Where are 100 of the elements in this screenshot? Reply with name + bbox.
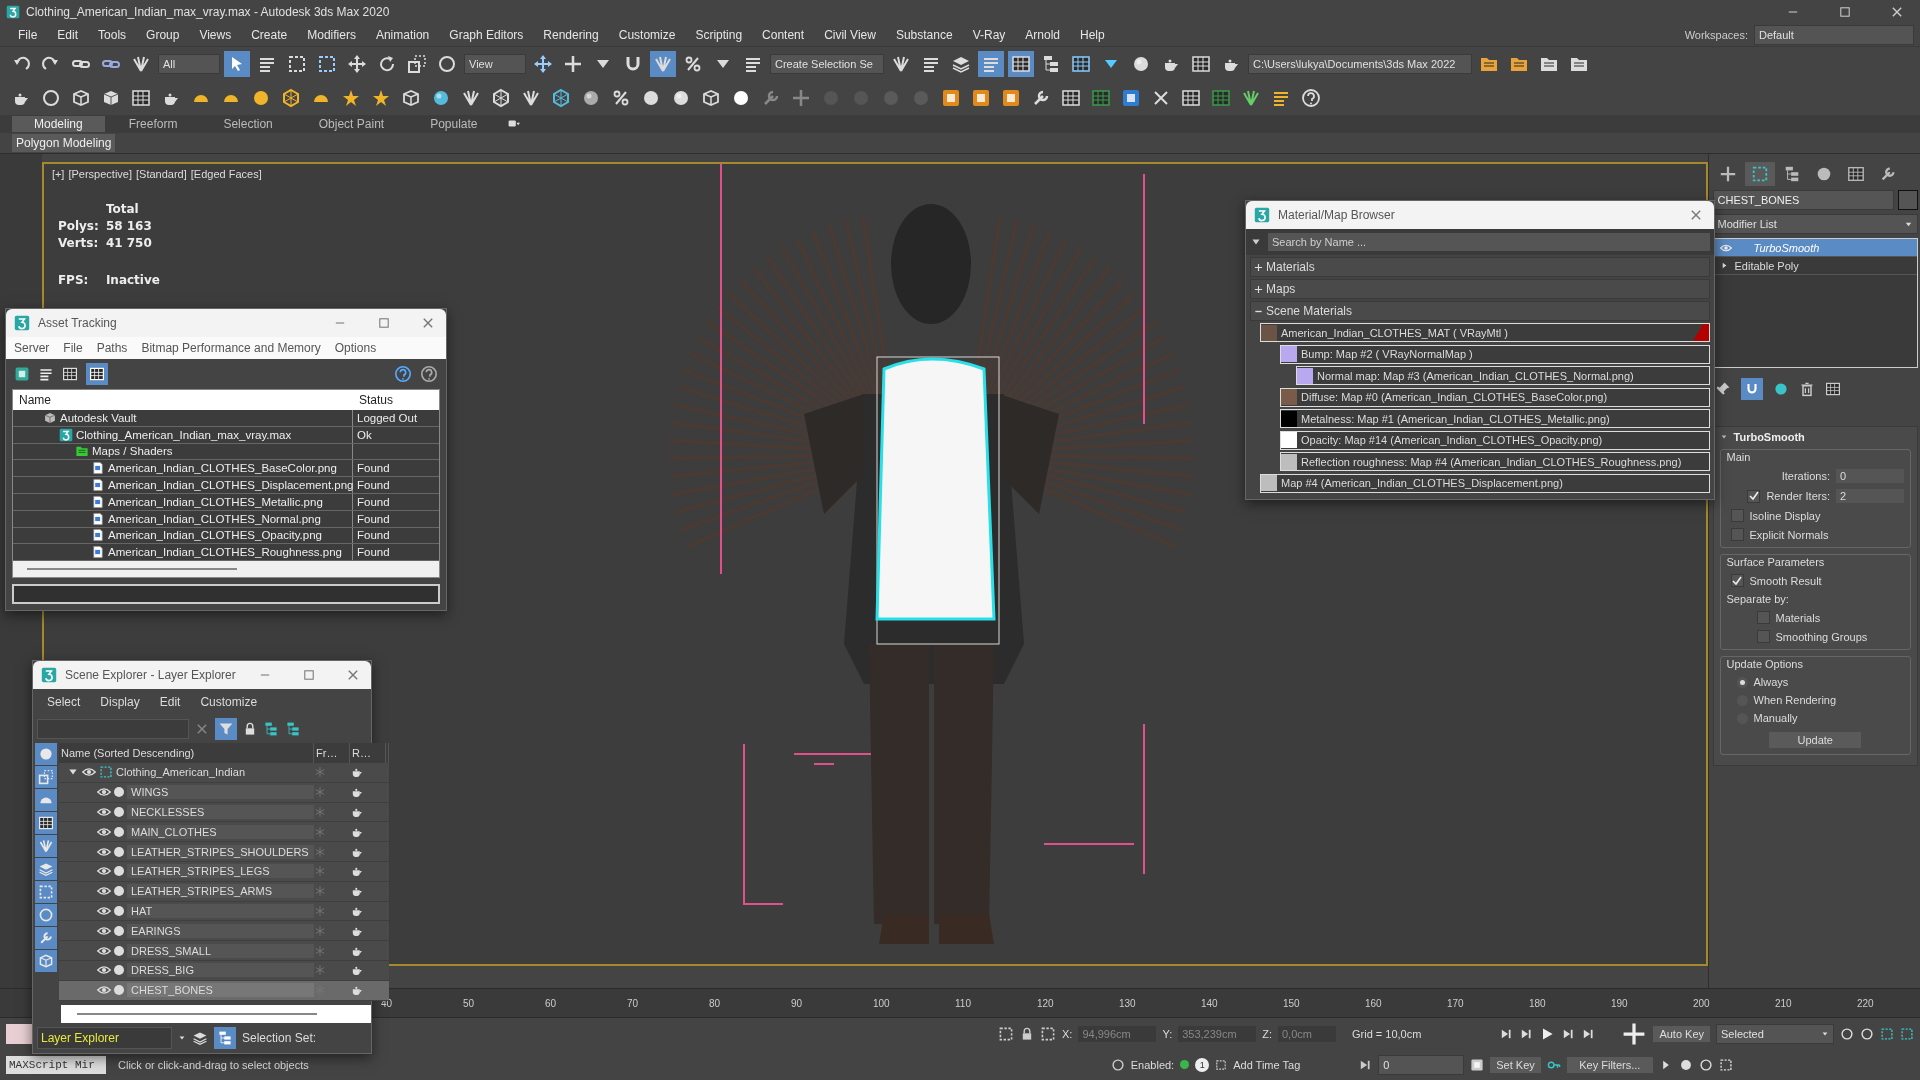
set-key-button[interactable]: Set Key (1490, 1056, 1541, 1073)
menu-item[interactable]: Animation (365, 28, 440, 42)
iterations-spinner[interactable]: 0 (1836, 469, 1904, 483)
asset-status: Found (356, 546, 391, 559)
timeline-tick-label: 50 (463, 997, 476, 1009)
search-field[interactable]: Search by Name ... (1268, 233, 1710, 251)
menu-item[interactable]: Content (752, 28, 815, 42)
render-iters-label: Render Iters: (1766, 490, 1830, 502)
layer-name[interactable]: NECKLESSES (127, 805, 314, 819)
enabled-label: Enabled: (1130, 1058, 1175, 1071)
workspaces-label: Workspaces: (1684, 29, 1748, 41)
update-button[interactable]: Update (1769, 732, 1862, 748)
timeline-tick-label: 210 (1775, 997, 1793, 1009)
explorer-dropdown[interactable]: Layer Explorer (37, 1026, 172, 1049)
key-filters-button[interactable]: Key Filters... (1566, 1056, 1653, 1073)
viewport-label[interactable]: [+] (51, 168, 65, 180)
menu-item[interactable]: Edit (159, 695, 181, 709)
y-label: Y: (1162, 1027, 1173, 1040)
project-path-dropdown[interactable]: C:\Users\lukya\Documents\3ds Max 2022 (1248, 54, 1472, 74)
menu-item[interactable]: Help (1070, 28, 1115, 42)
menu-item[interactable]: Scripting (685, 28, 753, 42)
option-label: Explicit Normals (1749, 528, 1829, 541)
reference-coordinate-dropdown[interactable]: View (464, 54, 526, 74)
menu-item[interactable]: Group (136, 28, 190, 42)
ribbon-tab[interactable]: Freeform (106, 116, 200, 132)
group-header[interactable]: Maps (1266, 282, 1296, 296)
ribbon-tab[interactable]: Populate (408, 116, 500, 132)
asset-name[interactable]: American_Indian_CLOTHES_Displacement.png (108, 479, 354, 492)
object-name-field[interactable]: CHEST_BONES (1712, 190, 1894, 210)
maxscript-listener-field[interactable]: MAXScript Mir (6, 1055, 106, 1074)
viewport-label[interactable]: [Standard] (136, 168, 187, 180)
layer-name[interactable]: DRESS_SMALL (127, 943, 314, 958)
menu-item[interactable]: Customize (200, 695, 258, 709)
modifier-stack-item[interactable]: TurboSmooth (1713, 239, 1917, 257)
layer-name[interactable]: LEATHER_STRIPES_SHOULDERS (127, 844, 314, 859)
asset-name[interactable]: American_Indian_CLOTHES_Opacity.png (108, 529, 322, 542)
workspace-dropdown[interactable]: Default (1754, 25, 1914, 45)
selection-filter-dropdown[interactable]: All (158, 54, 220, 74)
ribbon-panel-label[interactable]: Polygon Modeling (12, 134, 116, 152)
selection-set-label: Selection Set: (242, 1030, 317, 1045)
asset-name[interactable]: Maps / Shaders (92, 445, 173, 458)
asset-name[interactable]: American_Indian_CLOTHES_Normal.png (108, 512, 321, 525)
menu-item[interactable]: Arnold (1015, 28, 1070, 42)
auto-key-button[interactable]: Auto Key (1653, 1025, 1710, 1042)
layer-name[interactable]: MAIN_CLOTHES (127, 824, 314, 839)
menu-item[interactable]: Customize (608, 28, 686, 42)
layer-name[interactable]: LEATHER_STRIPES_LEGS (127, 864, 314, 879)
asset-name[interactable]: American_Indian_CLOTHES_BaseColor.png (108, 462, 337, 475)
rollout-title[interactable]: TurboSmooth (1733, 431, 1805, 443)
asset-name[interactable]: American_Indian_CLOTHES_Metallic.png (108, 495, 323, 508)
menu-item[interactable]: Options (334, 341, 377, 355)
menu-item[interactable]: Tools (88, 28, 137, 42)
menu-item[interactable]: Modifiers (297, 28, 366, 42)
ribbon-tab[interactable]: Object Paint (296, 116, 407, 132)
menu-item[interactable]: Rendering (533, 28, 609, 42)
menu-item[interactable]: V-Ray (962, 28, 1016, 42)
asset-name[interactable]: American_Indian_CLOTHES_Roughness.png (108, 546, 342, 559)
menu-item[interactable]: Select (47, 695, 81, 709)
menu-item[interactable]: Display (100, 695, 140, 709)
layer-name[interactable]: HAT (127, 903, 314, 918)
asset-status: Found (356, 495, 391, 508)
layer-name[interactable]: DRESS_BIG (127, 963, 314, 978)
timeline-tick-label: 60 (545, 997, 558, 1009)
option-label: Materials (1775, 611, 1821, 624)
column-header[interactable]: Status (353, 393, 439, 407)
layer-name[interactable]: WINGS (127, 785, 314, 800)
asset-name[interactable]: Autodesk Vault (60, 411, 137, 424)
ribbon-tab[interactable]: Modeling (12, 116, 105, 132)
menu-item[interactable]: Graph Editors (439, 28, 534, 42)
prompt-text: Click or click-and-drag to select objects (118, 1058, 309, 1071)
group-header[interactable]: Scene Materials (1266, 304, 1353, 318)
viewport-label[interactable]: [Perspective] (68, 168, 133, 180)
menu-item[interactable]: Create (241, 28, 298, 42)
key-mode-dropdown[interactable]: Selected (1716, 1023, 1834, 1044)
menu-item[interactable]: Edit (47, 28, 89, 42)
viewport-label[interactable]: [Edged Faces] (190, 168, 262, 180)
grid-size-label: Grid = 10,0cm (1352, 1027, 1422, 1040)
layer-name[interactable]: LEATHER_STRIPES_ARMS (127, 884, 314, 899)
isolate-badge[interactable]: 1 (1195, 1057, 1210, 1072)
named-selection-dropdown[interactable]: Create Selection Se (770, 54, 884, 74)
render-iters-spinner[interactable]: 2 (1836, 489, 1904, 503)
layer-name[interactable]: EARINGS (127, 923, 314, 938)
modifier-list-dropdown[interactable]: Modifier List (1712, 214, 1918, 234)
group-header[interactable]: Materials (1266, 260, 1315, 274)
menu-item[interactable]: Substance (885, 28, 963, 42)
menu-item[interactable]: Paths (96, 341, 128, 355)
menu-item[interactable]: File (8, 28, 48, 42)
x-label: X: (1062, 1027, 1073, 1040)
timeline-tick-label: 220 (1857, 997, 1875, 1009)
menu-item[interactable]: Civil View (814, 28, 886, 42)
current-frame-field[interactable]: 0 (1378, 1054, 1465, 1075)
menu-item[interactable]: File (63, 341, 83, 355)
separate-by-label: Separate by: (1726, 593, 1790, 605)
ribbon-tab[interactable]: Selection (201, 116, 295, 132)
menu-item[interactable]: Views (189, 28, 242, 42)
menu-item[interactable]: Bitmap Performance and Memory (141, 341, 321, 355)
asset-name[interactable]: Clothing_American_Indian_max_vray.max (76, 428, 292, 441)
stats-header: Total (105, 202, 140, 216)
add-time-tag-button[interactable]: Add Time Tag (1233, 1058, 1301, 1071)
option-label: Manually (1753, 712, 1798, 724)
